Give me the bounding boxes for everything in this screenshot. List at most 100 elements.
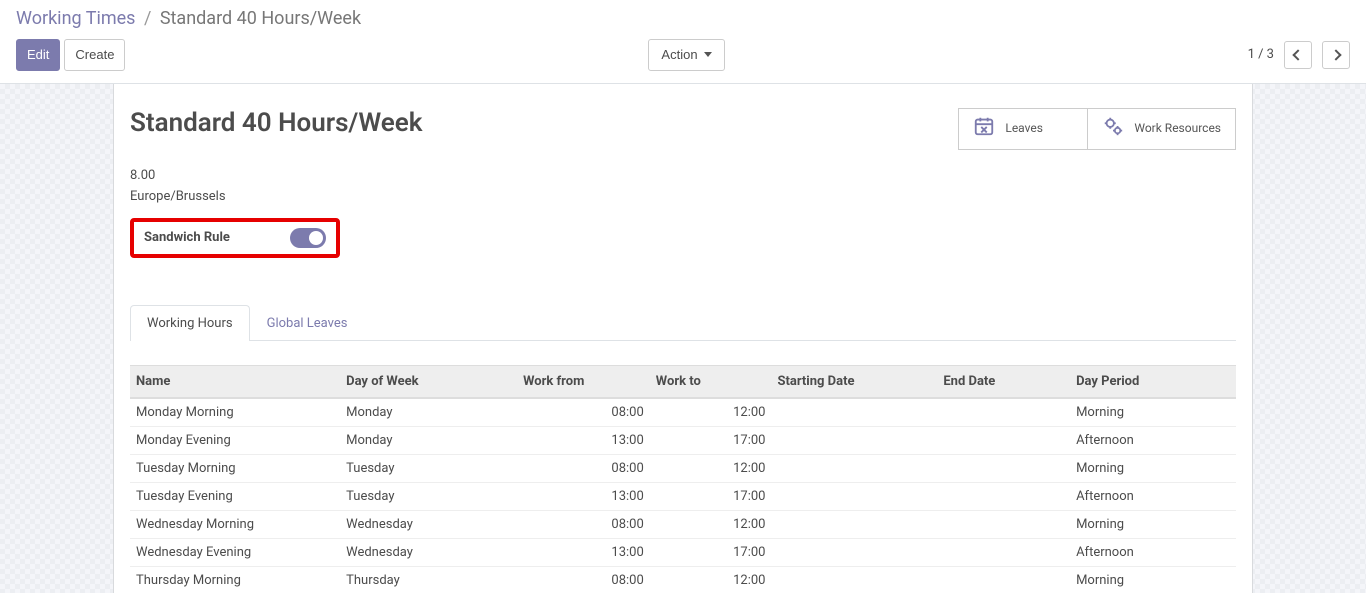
cell-name: Thursday Morning (130, 566, 340, 593)
cell-start (771, 398, 937, 427)
cell-to: 12:00 (650, 398, 772, 427)
pager-next-button[interactable] (1322, 41, 1350, 69)
cell-start (771, 482, 937, 510)
action-dropdown-label: Action (661, 45, 697, 65)
cogs-icon (1102, 115, 1124, 142)
edit-button[interactable]: Edit (16, 39, 60, 71)
main-content-scroll[interactable]: Standard 40 Hours/Week Leaves (0, 84, 1366, 593)
table-row[interactable]: Monday EveningMonday13:0017:00 Afternoon (130, 426, 1236, 454)
cell-end (937, 566, 1070, 593)
sandwich-rule-label: Sandwich Rule (144, 230, 230, 245)
table-row[interactable]: Tuesday MorningTuesday08:0012:00 Morning (130, 454, 1236, 482)
sandwich-rule-highlight: Sandwich Rule (130, 218, 340, 258)
breadcrumb-root-link[interactable]: Working Times (16, 8, 135, 29)
col-header-work-to[interactable]: Work to (650, 365, 772, 398)
cell-name: Tuesday Morning (130, 454, 340, 482)
cell-from: 08:00 (517, 454, 650, 482)
toggle-knob-icon (309, 231, 323, 245)
chevron-left-icon (1292, 49, 1303, 60)
breadcrumb-current: Standard 40 Hours/Week (160, 8, 361, 29)
action-dropdown-button[interactable]: Action (648, 39, 724, 71)
page-title: Standard 40 Hours/Week (130, 108, 422, 138)
create-button[interactable]: Create (64, 39, 125, 71)
cell-period: Afternoon (1070, 426, 1236, 454)
col-header-day-of-week[interactable]: Day of Week (340, 365, 517, 398)
pager-prev-button[interactable] (1284, 41, 1312, 69)
cell-start (771, 426, 937, 454)
pager: 1 / 3 (1248, 41, 1350, 69)
col-header-day-period[interactable]: Day Period (1070, 365, 1236, 398)
cell-from: 13:00 (517, 426, 650, 454)
calendar-x-icon (973, 115, 995, 142)
cell-name: Tuesday Evening (130, 482, 340, 510)
work-resources-button-label: Work Resources (1134, 121, 1221, 135)
table-header-row: Name Day of Week Work from Work to Start… (130, 365, 1236, 398)
cell-day: Monday (340, 426, 517, 454)
col-header-end-date[interactable]: End Date (937, 365, 1070, 398)
table-row[interactable]: Wednesday EveningWednesday13:0017:00 Afte… (130, 538, 1236, 566)
cell-to: 12:00 (650, 510, 772, 538)
cell-from: 08:00 (517, 566, 650, 593)
cell-start (771, 538, 937, 566)
form-sheet: Standard 40 Hours/Week Leaves (113, 84, 1253, 593)
cell-period: Morning (1070, 454, 1236, 482)
hours-value: 8.00 (130, 168, 1236, 183)
cell-to: 17:00 (650, 538, 772, 566)
cell-from: 08:00 (517, 510, 650, 538)
tab-global-leaves[interactable]: Global Leaves (250, 305, 365, 341)
record-info-block: 8.00 Europe/Brussels Sandwich Rule (130, 168, 1236, 264)
cell-name: Wednesday Evening (130, 538, 340, 566)
cell-end (937, 538, 1070, 566)
col-header-starting-date[interactable]: Starting Date (771, 365, 937, 398)
cell-day: Wednesday (340, 510, 517, 538)
tabs: Working Hours Global Leaves (130, 304, 1236, 341)
cell-end (937, 454, 1070, 482)
breadcrumb: Working Times / Standard 40 Hours/Week (16, 0, 1350, 35)
cell-period: Morning (1070, 566, 1236, 593)
cell-period: Afternoon (1070, 538, 1236, 566)
table-row[interactable]: Thursday MorningThursday08:0012:00 Mornin… (130, 566, 1236, 593)
cell-from: 13:00 (517, 482, 650, 510)
cell-day: Tuesday (340, 482, 517, 510)
cell-to: 17:00 (650, 426, 772, 454)
control-panel: Working Times / Standard 40 Hours/Week E… (0, 0, 1366, 84)
table-row[interactable]: Monday MorningMonday08:0012:00 Morning (130, 398, 1236, 427)
cell-day: Tuesday (340, 454, 517, 482)
toolbar: Edit Create Action 1 / 3 (16, 35, 1350, 83)
cell-day: Monday (340, 398, 517, 427)
cell-end (937, 482, 1070, 510)
cell-to: 12:00 (650, 566, 772, 593)
cell-from: 08:00 (517, 398, 650, 427)
timezone-value: Europe/Brussels (130, 189, 1236, 204)
chevron-right-icon (1330, 49, 1341, 60)
leaves-button[interactable]: Leaves (958, 108, 1088, 150)
caret-down-icon (704, 52, 712, 57)
cell-start (771, 510, 937, 538)
cell-end (937, 398, 1070, 427)
cell-end (937, 510, 1070, 538)
leaves-button-label: Leaves (1005, 121, 1043, 135)
col-header-name[interactable]: Name (130, 365, 340, 398)
cell-day: Thursday (340, 566, 517, 593)
cell-start (771, 566, 937, 593)
cell-to: 12:00 (650, 454, 772, 482)
cell-from: 13:00 (517, 538, 650, 566)
table-row[interactable]: Tuesday EveningTuesday13:0017:00Afternoo… (130, 482, 1236, 510)
working-hours-table: Name Day of Week Work from Work to Start… (130, 365, 1236, 593)
breadcrumb-separator: / (144, 8, 151, 29)
pager-text[interactable]: 1 / 3 (1248, 47, 1274, 62)
cell-start (771, 454, 937, 482)
sandwich-rule-toggle[interactable] (290, 228, 326, 248)
work-resources-button[interactable]: Work Resources (1088, 108, 1236, 150)
cell-name: Wednesday Morning (130, 510, 340, 538)
col-header-work-from[interactable]: Work from (517, 365, 650, 398)
cell-name: Monday Morning (130, 398, 340, 427)
cell-to: 17:00 (650, 482, 772, 510)
cell-end (937, 426, 1070, 454)
cell-day: Wednesday (340, 538, 517, 566)
tab-working-hours[interactable]: Working Hours (130, 305, 250, 341)
cell-period: Morning (1070, 398, 1236, 427)
cell-period: Morning (1070, 510, 1236, 538)
table-row[interactable]: Wednesday MorningWednesday08:0012:00 Morn… (130, 510, 1236, 538)
cell-name: Monday Evening (130, 426, 340, 454)
